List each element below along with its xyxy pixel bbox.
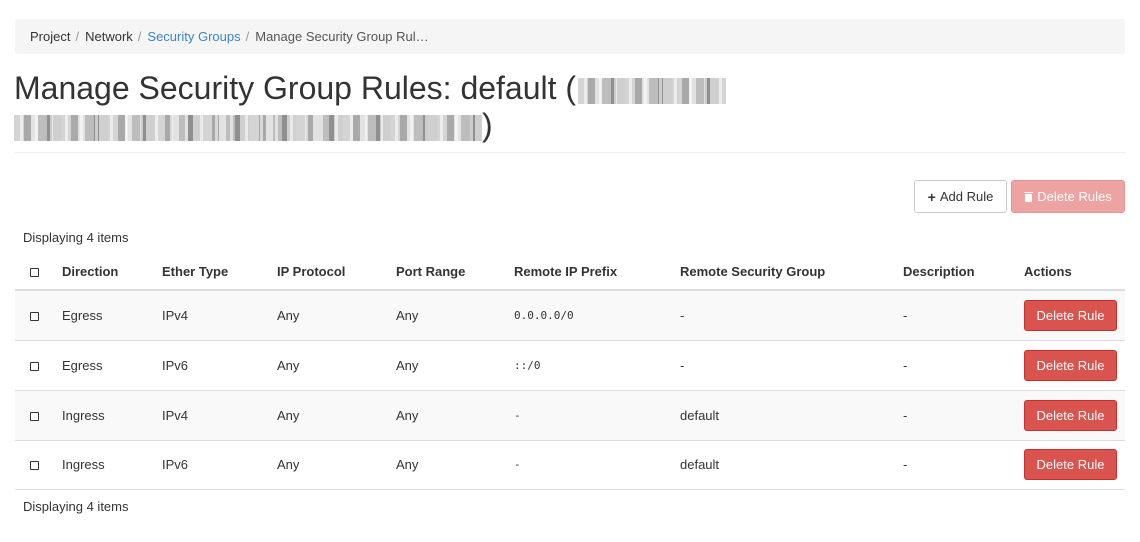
cell-direction: Egress: [62, 290, 162, 341]
rules-table: Direction Ether Type IP Protocol Port Ra…: [15, 253, 1125, 490]
cell-port-range: Any: [396, 390, 514, 441]
delete-rule-button[interactable]: Delete Rule: [1024, 399, 1117, 431]
breadcrumb: Project / Network / Security Groups / Ma…: [15, 19, 1125, 54]
select-all-cell: [15, 253, 62, 291]
row-checkbox[interactable]: [30, 411, 39, 421]
table-row: Ingress IPv4 Any Any - default - Delete …: [15, 390, 1125, 441]
cell-direction: Egress: [62, 340, 162, 391]
table-header-row: Direction Ether Type IP Protocol Port Ra…: [15, 253, 1125, 291]
delete-rules-label: Delete Rules: [1037, 189, 1112, 204]
cell-ether-type: IPv4: [162, 390, 277, 441]
cell-ip-protocol: Any: [277, 340, 396, 391]
cell-remote-ip-prefix: ::/0: [514, 340, 680, 391]
add-rule-button[interactable]: + Add Rule: [914, 180, 1007, 213]
add-rule-label: Add Rule: [939, 189, 994, 204]
page-title-text: Manage Security Group Rules: default (: [14, 70, 577, 106]
cell-actions: Delete Rule: [1024, 390, 1125, 441]
cell-ip-protocol: Any: [277, 390, 396, 441]
cell-description: -: [903, 340, 1024, 391]
cell-ether-type: IPv6: [162, 440, 277, 490]
redacted-id-block: [14, 114, 482, 141]
table-row: Egress IPv6 Any Any ::/0 - - Delete Rule: [15, 340, 1125, 391]
delete-rule-button[interactable]: Delete Rule: [1024, 299, 1117, 331]
plus-icon: +: [927, 188, 936, 205]
cell-remote-security-group: default: [680, 390, 903, 441]
cell-description: -: [903, 290, 1024, 341]
column-header-ether-type[interactable]: Ether Type: [162, 253, 277, 291]
row-select-cell: [15, 340, 62, 391]
delete-rule-button[interactable]: Delete Rule: [1024, 449, 1117, 480]
row-checkbox[interactable]: [30, 361, 39, 371]
trash-icon: [1024, 191, 1034, 202]
breadcrumb-security-groups[interactable]: Security Groups: [147, 29, 240, 44]
cell-port-range: Any: [396, 440, 514, 490]
cell-actions: Delete Rule: [1024, 340, 1125, 391]
breadcrumb-separator: /: [245, 29, 250, 44]
column-header-remote-ip-prefix[interactable]: Remote IP Prefix: [514, 253, 680, 291]
breadcrumb-network[interactable]: Network: [85, 29, 133, 44]
row-select-cell: [15, 290, 62, 341]
column-header-description[interactable]: Description: [903, 253, 1024, 291]
row-select-cell: [15, 390, 62, 441]
column-header-port-range[interactable]: Port Range: [396, 253, 514, 291]
row-checkbox[interactable]: [30, 311, 39, 321]
cell-remote-ip-prefix: 0.0.0.0/0: [514, 290, 680, 341]
cell-remote-security-group: -: [680, 340, 903, 391]
column-header-direction[interactable]: Direction: [62, 253, 162, 291]
title-divider: [15, 152, 1125, 153]
row-select-cell: [15, 440, 62, 490]
breadcrumb-project[interactable]: Project: [30, 29, 70, 44]
delete-rule-button[interactable]: Delete Rule: [1024, 349, 1117, 381]
column-header-ip-protocol[interactable]: IP Protocol: [277, 253, 396, 291]
page-title-close: ): [482, 107, 493, 143]
breadcrumb-separator: /: [137, 29, 142, 44]
redacted-id-block: [578, 77, 727, 104]
breadcrumb-current: Manage Security Group Rul…: [255, 29, 429, 44]
cell-actions: Delete Rule: [1024, 440, 1125, 490]
cell-remote-security-group: default: [680, 440, 903, 490]
cell-direction: Ingress: [62, 440, 162, 490]
cell-remote-ip-prefix: -: [514, 440, 680, 490]
column-header-remote-security-group[interactable]: Remote Security Group: [680, 253, 903, 291]
row-checkbox[interactable]: [30, 461, 39, 471]
cell-ip-protocol: Any: [277, 290, 396, 341]
page-title: Manage Security Group Rules: default ( ): [14, 70, 754, 144]
table-row: Ingress IPv6 Any Any - default - Delete …: [15, 440, 1125, 490]
cell-description: -: [903, 390, 1024, 441]
cell-direction: Ingress: [62, 390, 162, 441]
cell-ether-type: IPv6: [162, 340, 277, 391]
item-count-bottom: Displaying 4 items: [23, 499, 129, 514]
table-row: Egress IPv4 Any Any 0.0.0.0/0 - - Delete…: [15, 290, 1125, 341]
cell-remote-security-group: -: [680, 290, 903, 341]
item-count-top: Displaying 4 items: [23, 230, 129, 245]
cell-description: -: [903, 440, 1024, 490]
cell-port-range: Any: [396, 340, 514, 391]
breadcrumb-separator: /: [75, 29, 80, 44]
column-header-actions: Actions: [1024, 253, 1125, 291]
cell-remote-ip-prefix: -: [514, 390, 680, 441]
cell-ip-protocol: Any: [277, 440, 396, 490]
cell-port-range: Any: [396, 290, 514, 341]
select-all-checkbox[interactable]: [30, 267, 39, 277]
delete-rules-button[interactable]: Delete Rules: [1011, 180, 1125, 213]
cell-actions: Delete Rule: [1024, 290, 1125, 341]
cell-ether-type: IPv4: [162, 290, 277, 341]
